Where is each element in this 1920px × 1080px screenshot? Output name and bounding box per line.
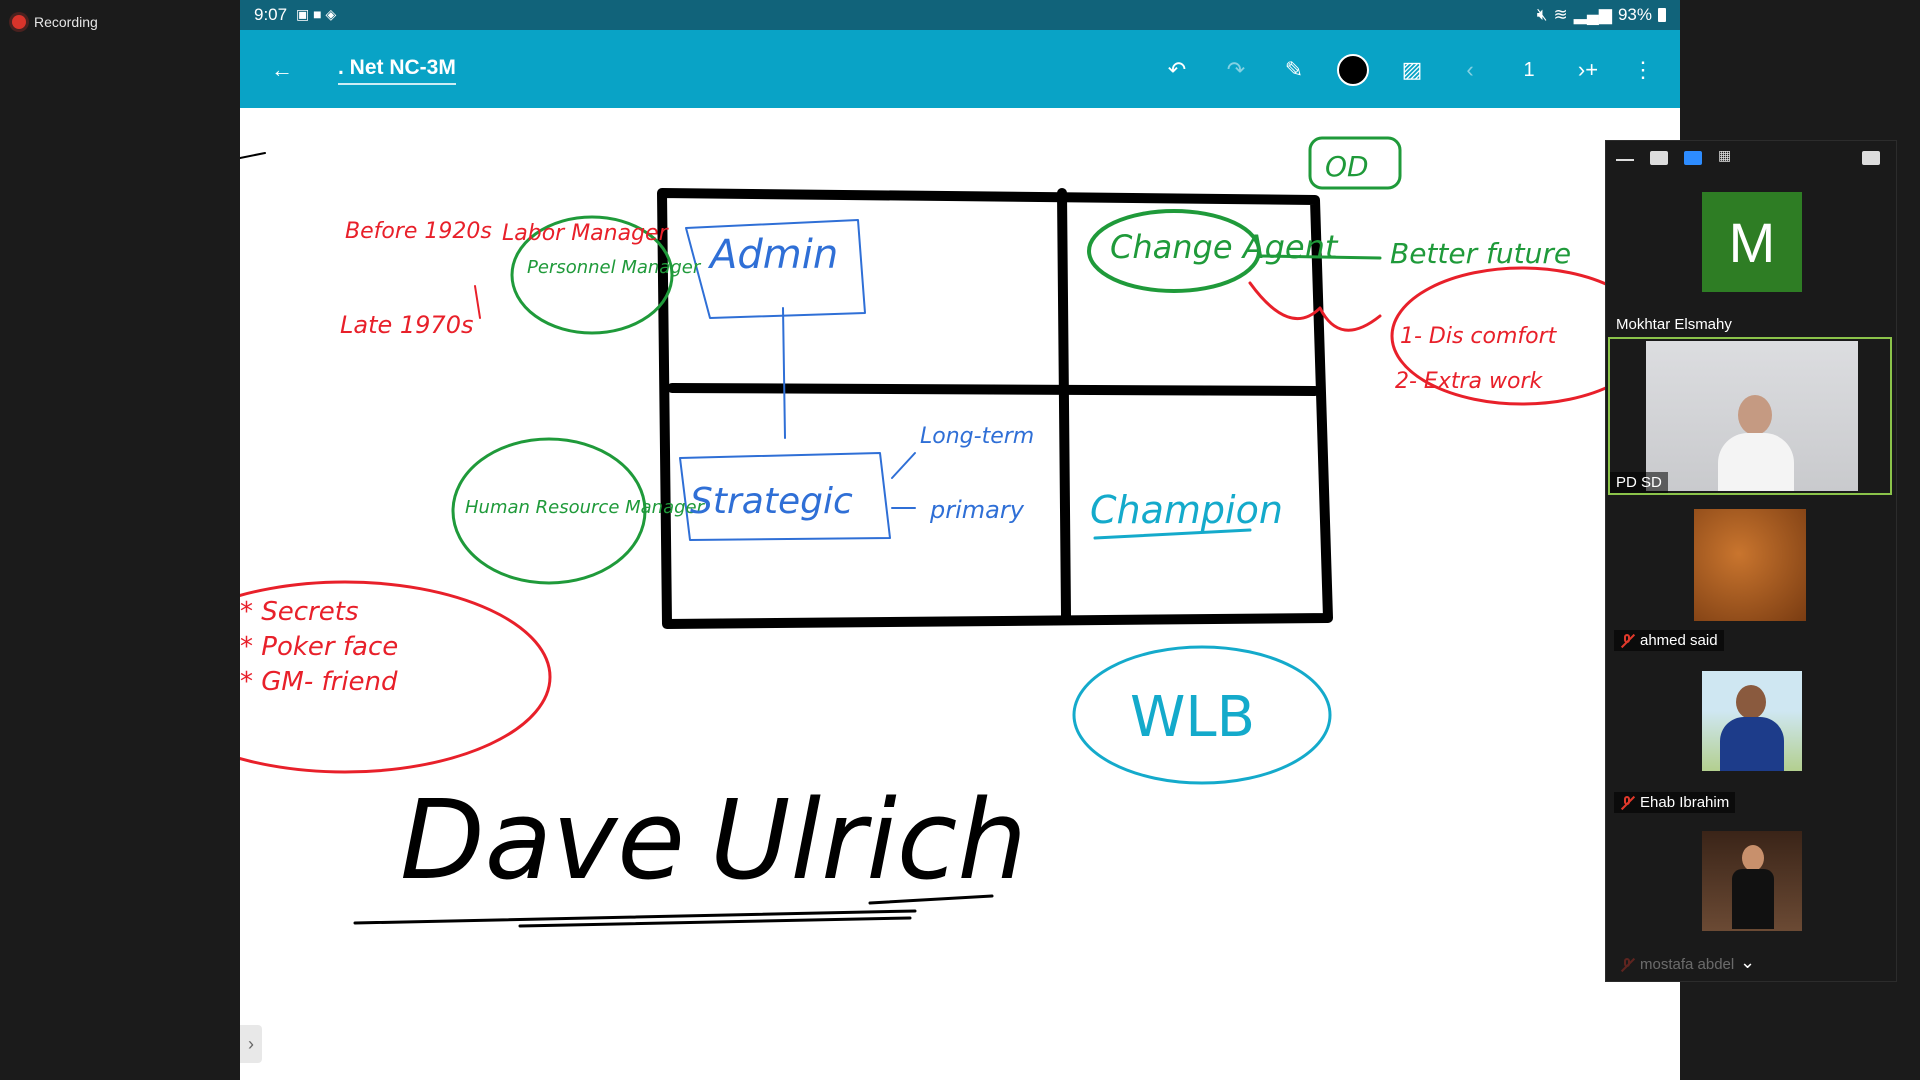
wifi-icon: ≋ xyxy=(1553,5,1568,24)
hr-manager-text: Human Resource Manager xyxy=(465,497,706,518)
personnel-manager-text: Personnel Manager xyxy=(527,257,702,278)
person-shirt xyxy=(1718,433,1794,491)
recording-label: Recording xyxy=(34,14,98,30)
ulrich-text: Ulrich xyxy=(710,776,1027,904)
quadrant-vertical-line xyxy=(1057,188,1071,621)
participant-tile[interactable]: Ehab Ibrahim xyxy=(1608,659,1892,817)
muted-mic-icon xyxy=(1620,795,1634,810)
participant-name-label: ahmed said xyxy=(1640,632,1718,649)
side-panel-toggle[interactable]: › xyxy=(240,1025,262,1063)
admin-text: Admin xyxy=(707,232,838,278)
shared-screen: 9:07 ▣ ■ ◈ 🔇︎ ≋ ▂▄▆ 93% ← . Net NC-3M ↶ … xyxy=(240,0,1680,1080)
dave-text: Dave xyxy=(400,776,685,904)
long-term-text: Long-term xyxy=(920,424,1034,449)
participant-name-label: Ehab Ibrahim xyxy=(1640,794,1730,811)
champion-text: Champion xyxy=(1090,488,1283,532)
participant-name: Mokhtar Elsmahy xyxy=(1610,314,1738,335)
participant-name: Ehab Ibrahim xyxy=(1614,792,1736,813)
participant-name: ahmed said xyxy=(1614,630,1724,651)
admin-to-strategic-arrow xyxy=(782,307,786,439)
person-jacket xyxy=(1720,717,1784,771)
speaker-view-icon[interactable] xyxy=(1650,151,1668,165)
prev-page-icon[interactable]: ‹ xyxy=(1450,50,1490,90)
muted-mic-icon xyxy=(1620,957,1634,972)
quadrant-horizontal-line xyxy=(667,383,1320,396)
add-page-icon[interactable]: ›+ xyxy=(1568,50,1608,90)
labor-manager-text: Labor Manager xyxy=(502,221,670,246)
profile-picture xyxy=(1702,831,1802,931)
person-head xyxy=(1736,685,1766,719)
battery-icon xyxy=(1658,8,1666,22)
document-title[interactable]: . Net NC-3M xyxy=(338,56,456,85)
participant-name-label: Mokhtar Elsmahy xyxy=(1616,316,1732,333)
person-head xyxy=(1738,395,1772,435)
participant-video xyxy=(1646,341,1858,491)
image-icon[interactable]: ▨ xyxy=(1392,50,1432,90)
status-right: 🔇︎ ≋ ▂▄▆ 93% xyxy=(1537,5,1666,25)
page-number: 1 xyxy=(1523,58,1535,81)
participant-name: PD SD xyxy=(1610,472,1668,493)
participant-name-label: PD SD xyxy=(1616,474,1662,491)
profile-picture xyxy=(1702,671,1802,771)
wlb-text: WLB xyxy=(1130,685,1255,750)
participant-name-label: mostafa abdel xyxy=(1640,956,1735,973)
more-options-icon[interactable]: ⋮ xyxy=(1623,50,1663,90)
color-picker-button[interactable] xyxy=(1333,50,1373,90)
participants-panel: ▦ M Mokhtar Elsmahy PD SD ahmed said Eha… xyxy=(1605,140,1897,982)
minimize-icon[interactable] xyxy=(1616,159,1634,161)
strategic-branch-arrows xyxy=(891,452,916,509)
whiteboard-canvas[interactable]: Before 1920s Labor Manager Late 1970s 1-… xyxy=(240,108,1680,1080)
participant-tile[interactable]: M Mokhtar Elsmahy xyxy=(1608,177,1892,335)
whiteboard-toolbar: ← . Net NC-3M ↶ ↷ ✎ ▨ ‹ 1 ›+ ⋮ xyxy=(240,30,1680,108)
participant-tile-active[interactable]: PD SD xyxy=(1608,337,1892,495)
back-arrow-icon[interactable]: ← xyxy=(262,50,302,90)
pen-icon[interactable]: ✎ xyxy=(1274,50,1314,90)
recording-dot-icon xyxy=(12,15,26,29)
better-future-text: Better future xyxy=(1390,237,1571,270)
battery-percent: 93% xyxy=(1617,5,1652,24)
android-status-bar: 9:07 ▣ ■ ◈ 🔇︎ ≋ ▂▄▆ 93% xyxy=(240,0,1680,30)
secrets-text: * Secrets xyxy=(240,597,359,627)
muted-mic-icon xyxy=(1620,633,1634,648)
poker-face-text: * Poker face xyxy=(240,632,398,662)
late-1970s-text: Late 1970s xyxy=(340,311,473,339)
od-text: OD xyxy=(1325,150,1369,183)
discomfort-text: 1- Dis comfort xyxy=(1400,324,1558,349)
change-agent-text: Change Agent xyxy=(1110,228,1339,266)
signal-icon: ▂▄▆ xyxy=(1573,5,1612,24)
recording-indicator: Recording xyxy=(12,14,98,30)
person-suit xyxy=(1732,869,1774,929)
strip-view-icon[interactable] xyxy=(1684,151,1702,165)
extra-work-text: 2- Extra work xyxy=(1395,369,1543,394)
mute-status-icon: 🔇︎ xyxy=(1536,5,1548,24)
avatar: M xyxy=(1702,192,1802,292)
notification-icons: ▣ ■ ◈ xyxy=(296,6,337,22)
primary-text: primary xyxy=(929,496,1025,524)
status-time: 9:07 xyxy=(254,5,288,24)
profile-picture xyxy=(1694,509,1806,621)
strategic-text: Strategic xyxy=(690,481,853,522)
panel-controls: ▦ xyxy=(1606,141,1896,177)
participant-name: mostafa abdel xyxy=(1614,954,1740,975)
gallery-view-icon[interactable]: ▦ xyxy=(1718,147,1736,163)
gm-friend-text: * GM- friend xyxy=(240,667,398,697)
undo-icon[interactable]: ↶ xyxy=(1157,50,1197,90)
edge-arrow xyxy=(240,152,266,159)
person-head xyxy=(1742,845,1764,871)
redo-icon[interactable]: ↷ xyxy=(1216,50,1256,90)
chevron-down-icon[interactable]: ⌄ xyxy=(1740,952,1755,973)
participant-tile[interactable]: ahmed said xyxy=(1608,497,1892,655)
pin-window-icon[interactable] xyxy=(1862,151,1880,165)
timeline-arrow xyxy=(474,285,481,319)
before-1920s-text: Before 1920s xyxy=(345,219,492,244)
